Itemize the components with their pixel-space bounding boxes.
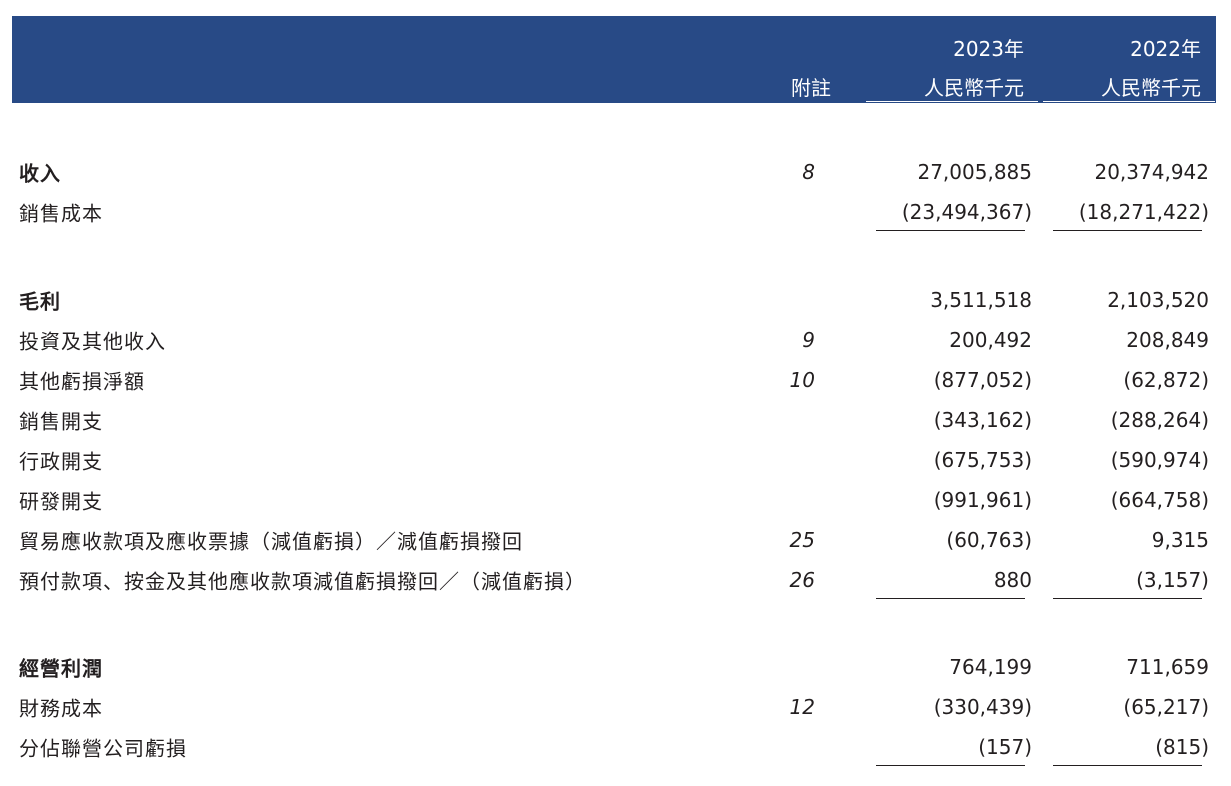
row-value-2023: (991,961) xyxy=(933,488,1032,512)
row-value-2023: 764,199 xyxy=(949,655,1032,679)
subtotal-rule-2023 xyxy=(876,598,1025,599)
header-underline-2022 xyxy=(1043,101,1215,102)
table-row-admin-expenses: 行政開支 (675,753) (590,974) xyxy=(0,440,1231,480)
row-label: 預付款項、按金及其他應收款項減值虧損撥回／（減值虧損） xyxy=(19,569,586,594)
row-label: 其他虧損淨額 xyxy=(19,369,145,394)
table-row-cost-of-sales: 銷售成本 (23,494,367) (18,271,422) xyxy=(0,192,1231,232)
row-value-2022: (3,157) xyxy=(1136,568,1209,592)
currency-2023-header: 人民幣千元 xyxy=(924,76,1024,100)
row-label: 行政開支 xyxy=(19,449,103,474)
table-row-prepayments-impairment: 預付款項、按金及其他應收款項減值虧損撥回／（減值虧損） 26 880 (3,15… xyxy=(0,560,1231,600)
table-row-operating-profit: 經營利潤 764,199 711,659 xyxy=(0,647,1231,687)
table-row-gross-profit: 毛利 3,511,518 2,103,520 xyxy=(0,280,1231,320)
row-value-2022: 2,103,520 xyxy=(1107,288,1209,312)
table-row-finance-costs: 財務成本 12 (330,439) (65,217) xyxy=(0,687,1231,727)
row-value-2023: (877,052) xyxy=(933,368,1032,392)
year-2022-header: 2022年 xyxy=(1130,37,1201,61)
row-note: 8 xyxy=(802,160,815,184)
header-underline-2023 xyxy=(866,101,1038,102)
row-value-2023: (157) xyxy=(978,735,1032,759)
row-value-2022: (18,271,422) xyxy=(1078,200,1209,224)
row-value-2023: 3,511,518 xyxy=(930,288,1032,312)
table-header-band xyxy=(12,16,1216,103)
row-value-2022: 9,315 xyxy=(1151,528,1209,552)
row-value-2023: 200,492 xyxy=(949,328,1032,352)
row-value-2023: 27,005,885 xyxy=(917,160,1032,184)
row-value-2022: 711,659 xyxy=(1126,655,1209,679)
row-label: 銷售開支 xyxy=(19,409,103,434)
table-row-other-losses: 其他虧損淨額 10 (877,052) (62,872) xyxy=(0,360,1231,400)
row-label: 毛利 xyxy=(19,289,61,314)
row-value-2023: (343,162) xyxy=(933,408,1032,432)
row-label: 分佔聯營公司虧損 xyxy=(19,736,187,761)
row-value-2022: (65,217) xyxy=(1123,695,1209,719)
row-value-2022: 208,849 xyxy=(1126,328,1209,352)
row-value-2022: (590,974) xyxy=(1110,448,1209,472)
row-value-2023: 880 xyxy=(993,568,1032,592)
row-label: 收入 xyxy=(19,161,61,186)
row-note: 9 xyxy=(802,328,815,352)
table-row-investment-income: 投資及其他收入 9 200,492 208,849 xyxy=(0,320,1231,360)
row-note: 26 xyxy=(789,568,815,592)
row-label: 貿易應收款項及應收票據（減值虧損）／減值虧損撥回 xyxy=(19,529,523,554)
subtotal-rule-2022 xyxy=(1053,765,1202,766)
subtotal-rule-2023 xyxy=(876,230,1025,231)
table-row-trade-receivables-impairment: 貿易應收款項及應收票據（減值虧損）／減值虧損撥回 25 (60,763) 9,3… xyxy=(0,520,1231,560)
year-2023-header: 2023年 xyxy=(953,37,1024,61)
subtotal-rule-2022 xyxy=(1053,230,1202,231)
note-column-header: 附註 xyxy=(791,76,831,100)
row-value-2022: (288,264) xyxy=(1110,408,1209,432)
row-label: 財務成本 xyxy=(19,696,103,721)
row-label: 銷售成本 xyxy=(19,201,103,226)
table-row-revenue: 收入 8 27,005,885 20,374,942 xyxy=(0,152,1231,192)
row-value-2023: (60,763) xyxy=(946,528,1032,552)
row-value-2022: (664,758) xyxy=(1110,488,1209,512)
table-row-selling-expenses: 銷售開支 (343,162) (288,264) xyxy=(0,400,1231,440)
row-value-2023: (330,439) xyxy=(933,695,1032,719)
table-row-rnd-expenses: 研發開支 (991,961) (664,758) xyxy=(0,480,1231,520)
row-note: 12 xyxy=(789,695,815,719)
currency-2022-header: 人民幣千元 xyxy=(1101,76,1201,100)
row-value-2023: (675,753) xyxy=(933,448,1032,472)
row-note: 25 xyxy=(789,528,815,552)
subtotal-rule-2022 xyxy=(1053,598,1202,599)
row-value-2022: (815) xyxy=(1155,735,1209,759)
subtotal-rule-2023 xyxy=(876,765,1025,766)
table-row-share-of-associates-losses: 分佔聯營公司虧損 (157) (815) xyxy=(0,727,1231,767)
row-label: 研發開支 xyxy=(19,489,103,514)
row-note: 10 xyxy=(789,368,815,392)
row-label: 投資及其他收入 xyxy=(19,329,166,354)
row-value-2022: (62,872) xyxy=(1123,368,1209,392)
row-label: 經營利潤 xyxy=(19,656,103,681)
row-value-2023: (23,494,367) xyxy=(901,200,1032,224)
row-value-2022: 20,374,942 xyxy=(1094,160,1209,184)
